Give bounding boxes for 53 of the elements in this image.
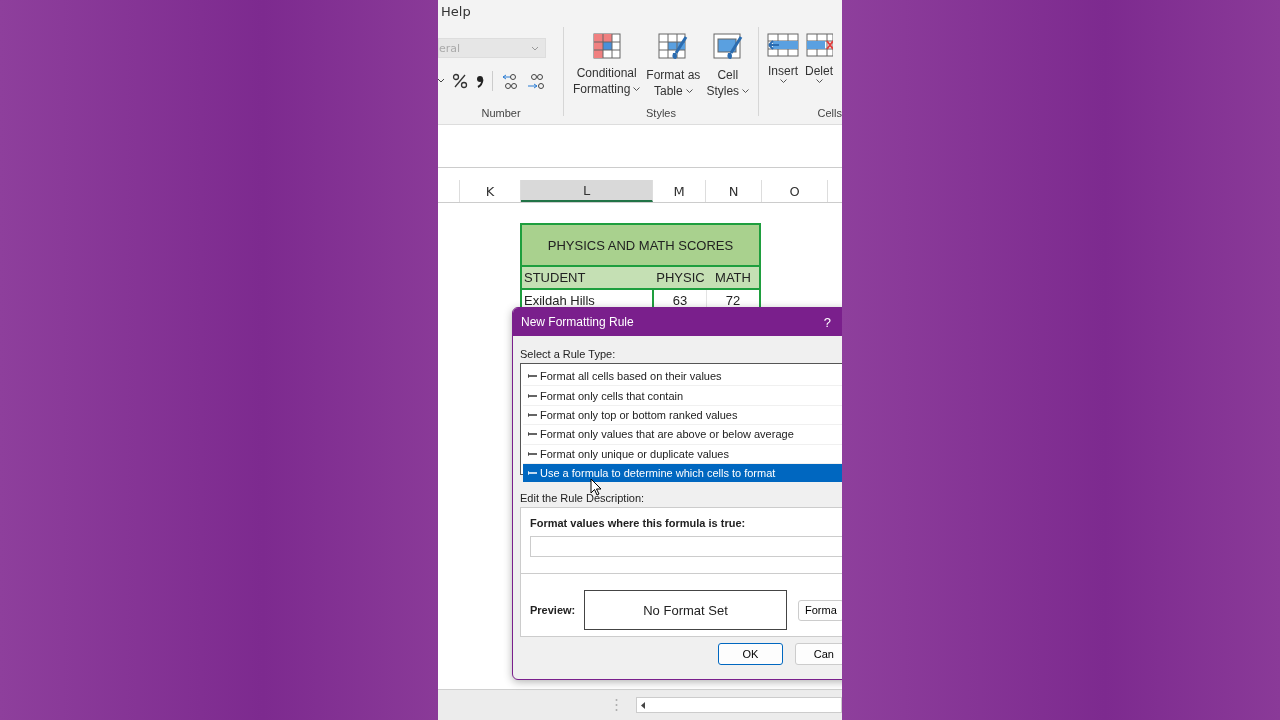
caret-icon [633, 87, 641, 91]
ribbon-button[interactable]: Insert [764, 33, 802, 83]
section-label: Edit the Rule Description: [520, 492, 646, 504]
group-label: Number [481, 107, 521, 119]
cancel-button[interactable]: Can [794, 643, 842, 665]
mouse-pointer-icon [590, 478, 602, 496]
decimal-increase-icon[interactable] [501, 72, 519, 90]
formula-input-field[interactable] [530, 536, 842, 557]
ribbon-button[interactable]: Cell Styles [704, 33, 752, 99]
tree-connector-icon [528, 392, 537, 399]
horizontal-scrollbar[interactable] [636, 697, 842, 713]
highlighted-grid-icon [592, 33, 621, 59]
ribbon-tab[interactable]: Help [441, 4, 471, 19]
tree-connector-icon [528, 431, 537, 438]
caret-icon[interactable] [438, 79, 444, 83]
table-header: PHYSIC [655, 269, 706, 287]
dialog-title: New Formatting Rule [521, 315, 634, 329]
column-header[interactable]: L [521, 180, 653, 202]
ribbon-button[interactable]: Format as Table [644, 33, 703, 99]
section-label: Select a Rule Type: [520, 348, 617, 360]
caret-icon [742, 89, 750, 93]
group-label: Styles [646, 107, 676, 119]
percent-icon[interactable] [452, 73, 468, 89]
format-button[interactable]: Forma [798, 599, 842, 621]
scroll-left-icon[interactable] [641, 701, 646, 709]
tree-connector-icon [528, 450, 537, 457]
table-brush-icon [658, 33, 689, 61]
drag-handle-icon[interactable] [615, 698, 618, 712]
cell-brush-icon [712, 33, 743, 61]
decimal-decrease-icon[interactable] [527, 72, 545, 90]
comma-icon[interactable] [476, 74, 484, 88]
ok-button[interactable]: OK [718, 643, 783, 665]
delete-cells-icon [805, 33, 833, 57]
group-label: Cells [817, 107, 842, 119]
table-header: MATH [714, 269, 752, 287]
caret-icon [685, 89, 693, 93]
tree-connector-icon [528, 470, 537, 477]
preview-box: No Format Set [584, 590, 787, 630]
insert-cells-icon [767, 33, 799, 57]
table-header: STUDENT [523, 269, 587, 287]
table-title: PHYSICS AND MATH SCORES [522, 225, 759, 267]
column-header[interactable]: O [762, 180, 828, 202]
ribbon-button[interactable]: Conditional Formatting [571, 33, 643, 99]
tree-connector-icon [528, 411, 537, 418]
preview-label: Preview: [530, 604, 577, 616]
caret-icon [779, 79, 787, 83]
column-header[interactable]: M [653, 180, 706, 202]
column-header[interactable]: N [706, 180, 762, 202]
tree-connector-icon [528, 373, 537, 380]
formula-label: Format values where this formula is true: [530, 517, 747, 529]
caret-icon [815, 79, 823, 83]
ribbon-button[interactable]: Delet [802, 33, 836, 83]
help-button[interactable]: ? [821, 314, 833, 330]
